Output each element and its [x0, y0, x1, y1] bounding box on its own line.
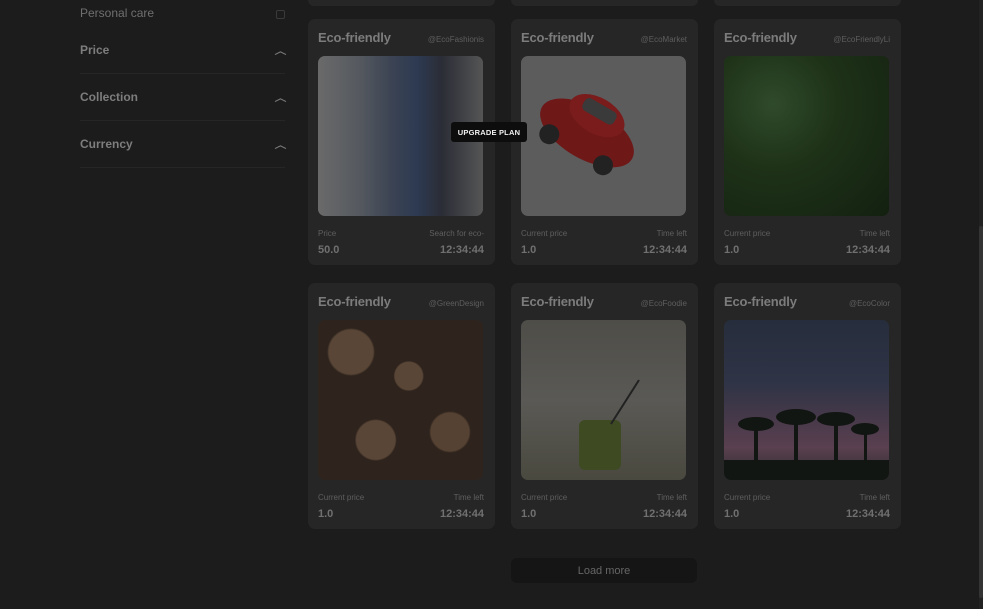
product-card[interactable]: Eco-friendly @EcoFoodie Current price Ti…: [511, 283, 698, 529]
card-price: 1.0: [521, 244, 537, 256]
card-title: Eco-friendly: [318, 294, 391, 309]
card-image-palm-trees-sunset[interactable]: [724, 320, 889, 480]
filter-collection[interactable]: Collection ︿: [80, 74, 287, 121]
load-more-button[interactable]: Load more: [511, 558, 697, 583]
card-stub: [511, 0, 698, 6]
chevron-up-icon[interactable]: ︿: [275, 138, 287, 151]
card-image-green-drink[interactable]: [521, 320, 686, 480]
chevron-up-icon[interactable]: ︿: [275, 44, 287, 57]
card-label-right: Time left: [656, 493, 687, 502]
filter-collection-label: Collection: [80, 90, 139, 104]
card-time-left: 12:34:44: [439, 244, 484, 256]
card-label-right: Time left: [656, 229, 687, 238]
card-handle[interactable]: @EcoFashionis: [428, 35, 484, 44]
green-drink-icon: [579, 379, 640, 470]
filter-price-label: Price: [80, 43, 110, 57]
card-label-right: Time left: [859, 229, 890, 238]
card-label-left: Current price: [318, 493, 365, 502]
card-handle[interactable]: @EcoFoodie: [641, 299, 687, 308]
card-handle[interactable]: @EcoColor: [849, 299, 890, 308]
card-label-right: Search for eco-: [429, 229, 484, 238]
chevron-up-icon[interactable]: ︿: [275, 91, 287, 104]
upgrade-plan-tooltip[interactable]: UPGRADE PLAN: [451, 122, 527, 142]
card-price: 1.0: [724, 508, 740, 520]
filter-currency-label: Currency: [80, 137, 133, 151]
card-handle[interactable]: @EcoFriendlyLi: [833, 35, 890, 44]
card-handle[interactable]: @EcoMarket: [641, 35, 687, 44]
filter-personal-care[interactable]: Personal care: [80, 0, 285, 27]
card-image-red-toy-car[interactable]: [521, 56, 686, 216]
card-stub: [714, 0, 901, 6]
card-image-mint-leaves[interactable]: [724, 56, 889, 216]
card-time-left: 12:34:44: [845, 508, 890, 520]
card-label-left: Current price: [521, 493, 568, 502]
card-title: Eco-friendly: [521, 30, 594, 45]
palm-trees-icon: [724, 409, 889, 480]
product-card[interactable]: Eco-friendly @GreenDesign Current price …: [308, 283, 495, 529]
card-title: Eco-friendly: [724, 30, 797, 45]
card-time-left: 12:34:44: [642, 244, 687, 256]
red-toy-car-icon: [539, 93, 634, 176]
card-label-left: Price: [318, 229, 337, 238]
card-label-left: Current price: [521, 229, 568, 238]
card-label-right: Time left: [453, 493, 484, 502]
product-card[interactable]: Eco-friendly @EcoColor Current price Tim…: [714, 283, 901, 529]
card-title: Eco-friendly: [521, 294, 594, 309]
card-price: 50.0: [318, 244, 340, 256]
card-title: Eco-friendly: [724, 294, 797, 309]
card-label-left: Current price: [724, 493, 771, 502]
checkbox-icon[interactable]: [276, 10, 285, 19]
card-stub: [308, 0, 495, 6]
product-card[interactable]: Eco-friendly @EcoFashionis Price Search …: [308, 19, 495, 265]
filter-sidebar: Personal care Price ︿ Collection ︿ Curre…: [80, 0, 287, 168]
card-time-left: 12:34:44: [642, 508, 687, 520]
scrollbar-thumb[interactable]: [979, 226, 983, 598]
card-handle[interactable]: @GreenDesign: [429, 299, 484, 308]
product-card[interactable]: Eco-friendly @EcoFriendlyLi Current pric…: [714, 19, 901, 265]
card-time-left: 12:34:44: [439, 508, 484, 520]
card-time-left: 12:34:44: [845, 244, 890, 256]
card-price: 1.0: [318, 508, 334, 520]
filter-personal-care-label: Personal care: [80, 6, 155, 20]
card-label-left: Current price: [724, 229, 771, 238]
card-price: 1.0: [521, 508, 537, 520]
card-price: 1.0: [724, 244, 740, 256]
filter-currency[interactable]: Currency ︿: [80, 121, 287, 168]
filter-price[interactable]: Price ︿: [80, 27, 287, 74]
product-card[interactable]: Eco-friendly @EcoMarket Current price Ti…: [511, 19, 698, 265]
card-image-stacked-logs[interactable]: [318, 320, 483, 480]
card-label-right: Time left: [859, 493, 890, 502]
card-title: Eco-friendly: [318, 30, 391, 45]
